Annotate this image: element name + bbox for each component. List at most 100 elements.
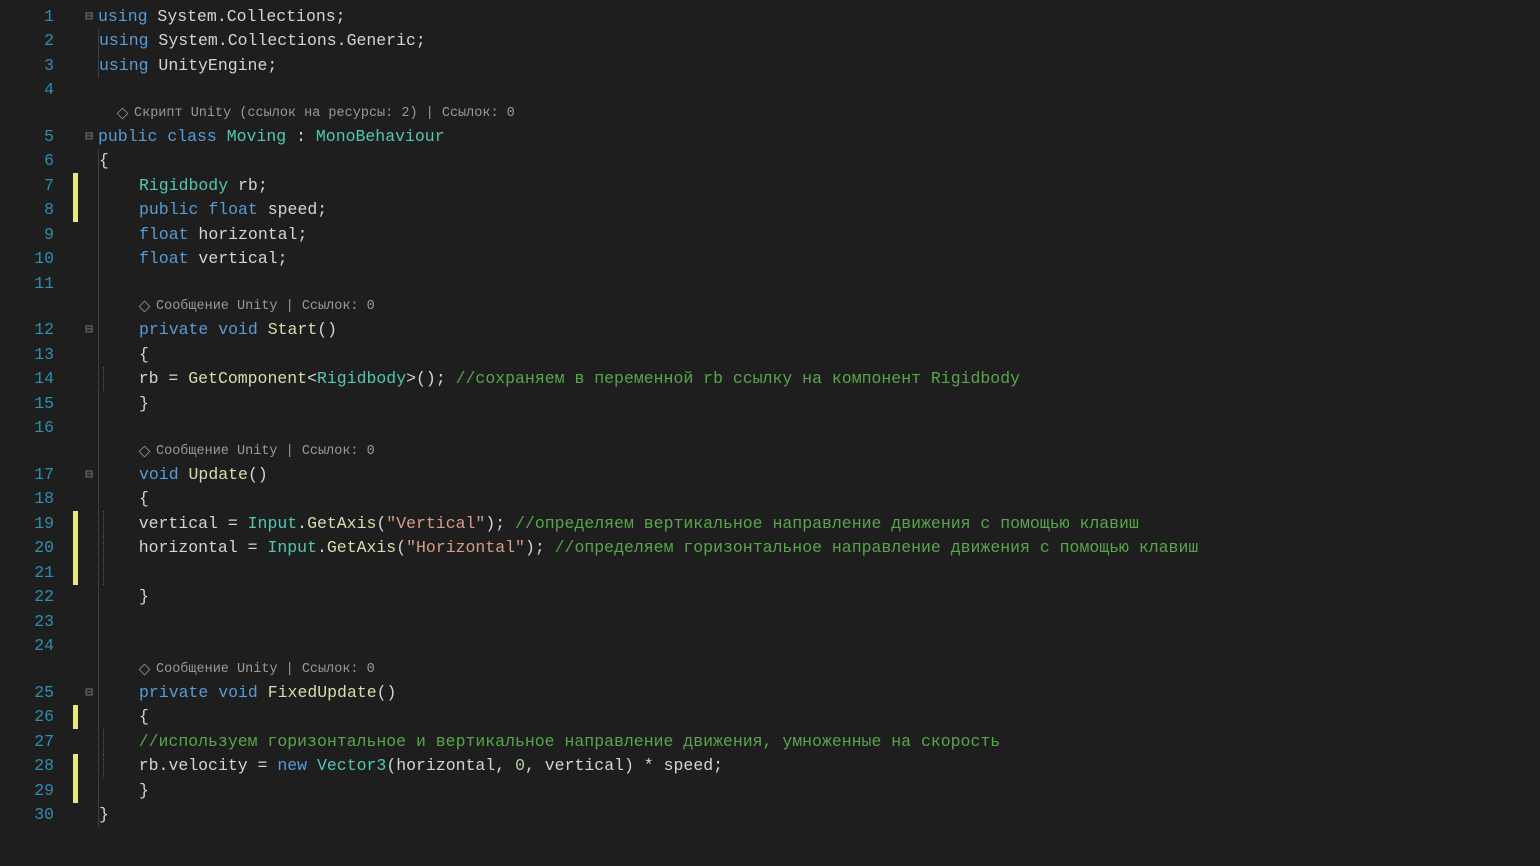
code-text: { bbox=[139, 345, 1540, 364]
code-text: using System.Collections; bbox=[98, 7, 1540, 26]
code-text: rb = GetComponent<Rigidbody>(); //сохран… bbox=[109, 369, 1540, 388]
change-indicator bbox=[70, 511, 80, 536]
line-number: 25 bbox=[0, 683, 70, 702]
line-number: 4 bbox=[0, 80, 70, 99]
code-line[interactable]: 9 float horizontal; bbox=[0, 222, 1540, 247]
code-line[interactable]: 3 using UnityEngine; bbox=[0, 53, 1540, 78]
change-indicator bbox=[70, 560, 80, 585]
codelens-text[interactable]: Сообщение Unity | Ссылок: 0 bbox=[156, 299, 375, 314]
line-number: 19 bbox=[0, 514, 70, 533]
code-text: { bbox=[139, 707, 1540, 726]
unity-icon bbox=[139, 301, 150, 312]
code-line[interactable]: 8 public float speed; bbox=[0, 198, 1540, 223]
code-text: float horizontal; bbox=[139, 225, 1540, 244]
code-line[interactable]: 21 bbox=[0, 560, 1540, 585]
code-line[interactable]: 10 float vertical; bbox=[0, 247, 1540, 272]
code-text: public class Moving : MonoBehaviour bbox=[98, 127, 1540, 146]
change-indicator bbox=[70, 198, 80, 223]
unity-icon bbox=[139, 664, 150, 675]
line-number: 11 bbox=[0, 274, 70, 293]
code-line[interactable]: 18 { bbox=[0, 487, 1540, 512]
code-text: horizontal = Input.GetAxis("Horizontal")… bbox=[109, 538, 1540, 557]
line-number: 24 bbox=[0, 636, 70, 655]
line-number: 21 bbox=[0, 563, 70, 582]
fold-toggle-icon[interactable]: ⊟ bbox=[80, 686, 98, 699]
codelens-text[interactable]: Сообщение Unity | Ссылок: 0 bbox=[156, 662, 375, 677]
fold-toggle-icon[interactable]: ⊟ bbox=[80, 130, 98, 143]
codelens-row[interactable]: Сообщение Unity | Ссылок: 0 bbox=[0, 296, 1540, 318]
code-line[interactable]: 13 { bbox=[0, 342, 1540, 367]
code-text: { bbox=[99, 151, 1540, 170]
line-number: 2 bbox=[0, 31, 70, 50]
line-number: 28 bbox=[0, 756, 70, 775]
code-text: } bbox=[99, 805, 1540, 824]
code-line[interactable]: 26 { bbox=[0, 705, 1540, 730]
code-line[interactable]: 1 ⊟ using System.Collections; bbox=[0, 4, 1540, 29]
line-number: 9 bbox=[0, 225, 70, 244]
fold-toggle-icon[interactable]: ⊟ bbox=[80, 468, 98, 481]
codelens-row[interactable]: Скрипт Unity (ссылок на ресурсы: 2) | Сс… bbox=[0, 102, 1540, 124]
line-number: 14 bbox=[0, 369, 70, 388]
code-line[interactable]: 29 } bbox=[0, 778, 1540, 803]
line-number: 6 bbox=[0, 151, 70, 170]
code-line[interactable]: 14 rb = GetComponent<Rigidbody>(); //сох… bbox=[0, 367, 1540, 392]
fold-toggle-icon[interactable]: ⊟ bbox=[80, 323, 98, 336]
codelens-text[interactable]: Сообщение Unity | Ссылок: 0 bbox=[156, 444, 375, 459]
code-text: float vertical; bbox=[139, 249, 1540, 268]
code-text: private void Start() bbox=[139, 320, 1540, 339]
line-number: 22 bbox=[0, 587, 70, 606]
line-number: 18 bbox=[0, 489, 70, 508]
code-text: } bbox=[139, 781, 1540, 800]
line-number: 23 bbox=[0, 612, 70, 631]
code-text: } bbox=[139, 587, 1540, 606]
code-line[interactable]: 30 } bbox=[0, 803, 1540, 828]
line-number: 1 bbox=[0, 7, 70, 26]
code-line[interactable]: 22 } bbox=[0, 585, 1540, 610]
code-line[interactable]: 28 rb.velocity = new Vector3(horizontal,… bbox=[0, 754, 1540, 779]
codelens-row[interactable]: Сообщение Unity | Ссылок: 0 bbox=[0, 440, 1540, 462]
line-number: 17 bbox=[0, 465, 70, 484]
code-line[interactable]: 16 bbox=[0, 416, 1540, 441]
line-number: 29 bbox=[0, 781, 70, 800]
code-line[interactable]: 23 bbox=[0, 609, 1540, 634]
code-line[interactable]: 24 bbox=[0, 634, 1540, 659]
change-indicator bbox=[70, 536, 80, 561]
change-indicator bbox=[70, 778, 80, 803]
line-number: 16 bbox=[0, 418, 70, 437]
code-line[interactable]: 15 } bbox=[0, 391, 1540, 416]
code-line[interactable]: 2 using System.Collections.Generic; bbox=[0, 29, 1540, 54]
code-line[interactable]: 12 ⊟ private void Start() bbox=[0, 318, 1540, 343]
line-number: 10 bbox=[0, 249, 70, 268]
change-indicator bbox=[70, 705, 80, 730]
code-line[interactable]: 19 vertical = Input.GetAxis("Vertical");… bbox=[0, 511, 1540, 536]
code-text: public float speed; bbox=[139, 200, 1540, 219]
line-number: 8 bbox=[0, 200, 70, 219]
codelens-text[interactable]: Скрипт Unity (ссылок на ресурсы: 2) | Сс… bbox=[134, 106, 515, 121]
line-number: 15 bbox=[0, 394, 70, 413]
line-number: 27 bbox=[0, 732, 70, 751]
fold-toggle-icon[interactable]: ⊟ bbox=[80, 10, 98, 23]
code-line[interactable]: 11 bbox=[0, 271, 1540, 296]
line-number: 30 bbox=[0, 805, 70, 824]
code-text: //используем горизонтальное и вертикальн… bbox=[109, 732, 1540, 751]
code-line[interactable]: 4 bbox=[0, 78, 1540, 103]
codelens-row[interactable]: Сообщение Unity | Ссылок: 0 bbox=[0, 658, 1540, 680]
code-line[interactable]: 27 //используем горизонтальное и вертика… bbox=[0, 729, 1540, 754]
line-number: 12 bbox=[0, 320, 70, 339]
line-number: 13 bbox=[0, 345, 70, 364]
code-text: void Update() bbox=[139, 465, 1540, 484]
code-text: rb.velocity = new Vector3(horizontal, 0,… bbox=[109, 756, 1540, 775]
code-line[interactable]: 6 { bbox=[0, 149, 1540, 174]
code-line[interactable]: 25 ⊟ private void FixedUpdate() bbox=[0, 680, 1540, 705]
code-text: using UnityEngine; bbox=[99, 56, 1540, 75]
code-line[interactable]: 5 ⊟ public class Moving : MonoBehaviour bbox=[0, 124, 1540, 149]
code-editor[interactable]: 1 ⊟ using System.Collections; 2 using Sy… bbox=[0, 0, 1540, 827]
code-text: } bbox=[139, 394, 1540, 413]
code-line[interactable]: 7 Rigidbody rb; bbox=[0, 173, 1540, 198]
line-number: 3 bbox=[0, 56, 70, 75]
code-line[interactable]: 20 horizontal = Input.GetAxis("Horizonta… bbox=[0, 536, 1540, 561]
code-text: { bbox=[139, 489, 1540, 508]
code-text: Rigidbody rb; bbox=[139, 176, 1540, 195]
code-line[interactable]: 17 ⊟ void Update() bbox=[0, 462, 1540, 487]
code-text: private void FixedUpdate() bbox=[139, 683, 1540, 702]
